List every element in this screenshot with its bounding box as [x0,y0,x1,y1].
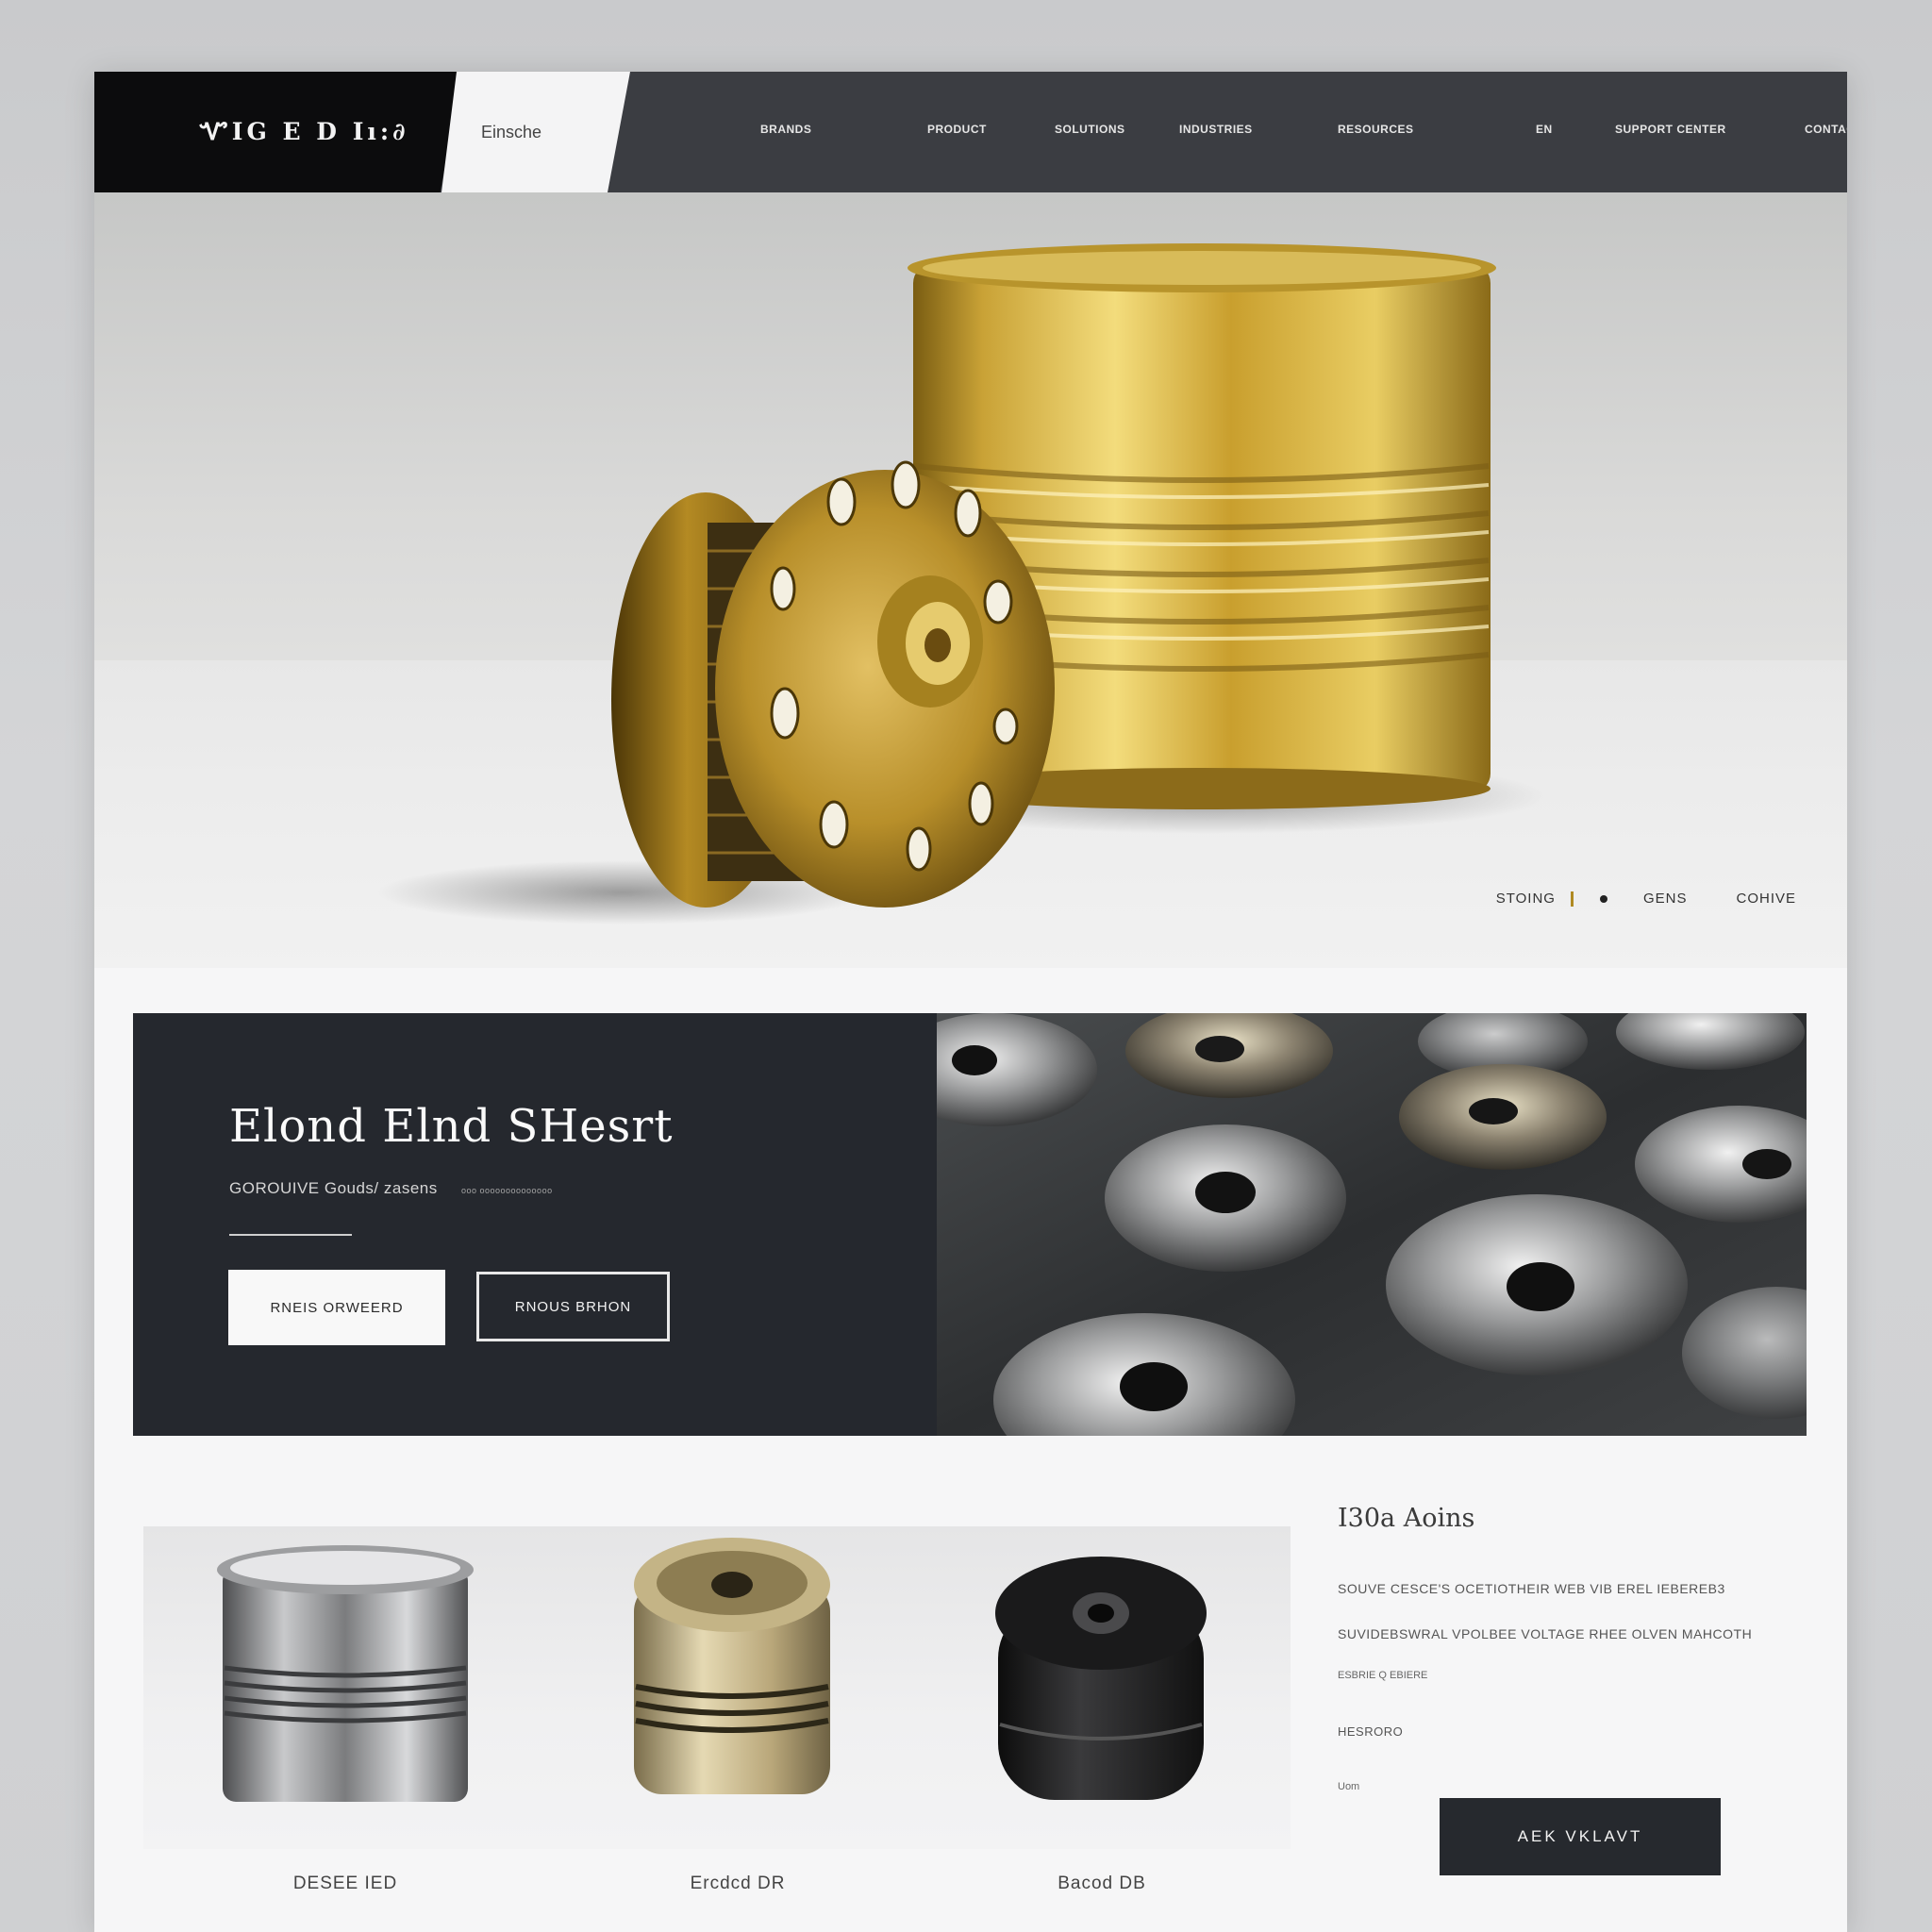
sidebar-text-line-1: SOUVE CESCE'S OCETIOTHEIR WEB VIB EREL I… [1338,1581,1725,1596]
sidebar-label-1: HESRORO [1338,1724,1404,1739]
logo-block[interactable]: ᏉIG E D Iı:∂ [94,72,462,192]
product-label-2[interactable]: Ercdcd DR [691,1874,786,1894]
search-box[interactable]: Einsche [441,72,630,192]
nav-item-resources[interactable]: RESOURCES [1338,123,1414,136]
product-label-1[interactable]: DESEE IED [293,1874,397,1894]
nav-item-language[interactable]: EN [1536,123,1553,136]
divider-gold [1570,891,1574,907]
product-images [217,1538,1207,1802]
featured-banner: Elond Elnd SHesrt GOROUIVE Gouds/ zasens… [133,1013,1807,1436]
featured-subtitle-text: GOROUIVE Gouds/ zasens [229,1179,438,1197]
product-black-image [995,1557,1207,1800]
dot-icon [1599,894,1607,903]
nav-item-contact[interactable]: CONTACT [1805,123,1847,136]
featured-divider [229,1234,352,1236]
product-label-3[interactable]: Bacod DB [1058,1874,1146,1894]
top-navigation-bar: ᏉIG E D Iı:∂ Einsche BRANDS PRODUCT SOLU… [94,72,1847,192]
featured-subtitle-small: ooo oooooooooooooo [460,1186,553,1195]
search-input[interactable]: Einsche [481,123,541,142]
product-grid [143,1526,1291,1849]
nav-item-brands[interactable]: BRANDS [760,123,811,136]
sidebar-label-2: Uom [1338,1781,1360,1792]
brand-logo[interactable]: ᏉIG E D Iı:∂ [200,118,408,146]
web-page: ᏉIG E D Iı:∂ Einsche BRANDS PRODUCT SOLU… [94,72,1847,1932]
featured-title: Elond Elnd SHesrt [229,1100,674,1153]
nav-item-solutions[interactable]: SOLUTIONS [1055,123,1125,136]
product-silver-image [217,1545,474,1802]
hero-link-gens[interactable]: GENS [1643,891,1688,907]
main-nav: BRANDS PRODUCT SOLUTIONS INDUSTRIES RESO… [660,72,1847,192]
hero-link-storing[interactable]: STOING [1496,891,1556,907]
sidebar-small-text: ESBRIE Q EBIERE [1338,1670,1428,1681]
featured-subtitle: GOROUIVE Gouds/ zasens ooo ooooooooooooo… [229,1179,553,1198]
hero-links: STOING GENS COHIVE [1496,891,1796,907]
nav-item-industries[interactable]: INDUSTRIES [1179,123,1253,136]
featured-buttons-image [937,1013,1807,1436]
product-brass-image [634,1538,830,1794]
hero-banner: STOING GENS COHIVE [94,192,1847,968]
nav-item-product[interactable]: PRODUCT [927,123,987,136]
hero-product-image [377,243,1547,924]
nav-item-support[interactable]: SUPPORT CENTER [1615,123,1726,136]
featured-secondary-button[interactable]: RNOUS BRHON [476,1272,670,1341]
hero-link-cohive[interactable]: COHIVE [1736,891,1796,907]
sidebar-title: I30a Aoins [1338,1504,1475,1533]
featured-primary-button[interactable]: RNEIS ORWEERD [228,1270,445,1345]
sidebar-text-line-2: SUVIDEBSWRAL VPOLBEE VOLTAGE RHEE OLVEN … [1338,1626,1753,1641]
sidebar-cta-button[interactable]: AEK VKLAVT [1440,1798,1721,1875]
